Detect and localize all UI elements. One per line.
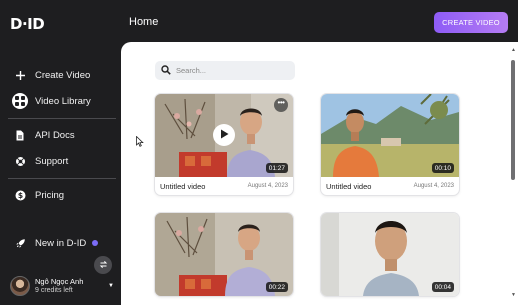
plus-icon (12, 67, 28, 83)
video-library-panel: ••• 01:27 Untitled video August 4, 2023 (121, 42, 518, 305)
video-title: Untitled video (326, 181, 372, 191)
video-card[interactable]: ••• 01:27 Untitled video August 4, 2023 (155, 94, 293, 195)
create-video-button[interactable]: CREATE VIDEO (434, 12, 508, 33)
play-icon (220, 126, 229, 144)
video-card[interactable]: 00:22 (155, 213, 293, 296)
scroll-down-arrow[interactable]: ▼ (511, 292, 516, 298)
sidebar-item-pricing[interactable]: $ Pricing (12, 187, 64, 203)
sidebar-divider (8, 118, 116, 119)
video-thumbnail[interactable]: 00:04 (321, 213, 459, 296)
d-id-logo[interactable]: D·ID (10, 12, 45, 36)
avatar (10, 276, 30, 296)
app-window: D·ID Home CREATE VIDEO Create Video Vide… (0, 0, 518, 305)
scrollbar-thumb[interactable] (511, 60, 515, 180)
svg-text:$: $ (17, 191, 22, 200)
user-menu[interactable]: Ngô Ngọc Anh 9 credits left ▼ (10, 274, 114, 298)
video-duration: 00:10 (431, 163, 454, 173)
sidebar-divider (8, 178, 116, 179)
video-card[interactable]: 00:10 Untitled video August 4, 2023 (321, 94, 459, 195)
sidebar-item-create-video[interactable]: Create Video (12, 67, 90, 83)
lifebuoy-icon (12, 153, 28, 169)
page-title: Home (129, 16, 159, 28)
dollar-icon: $ (12, 187, 28, 203)
video-duration: 01:27 (265, 163, 288, 173)
video-card[interactable]: 00:04 (321, 213, 459, 296)
search-input[interactable] (176, 66, 286, 75)
document-icon (12, 127, 28, 143)
swap-icon (99, 256, 108, 274)
caret-down-icon: ▼ (108, 283, 114, 289)
user-name: Ngô Ngọc Anh (35, 277, 84, 286)
play-button[interactable] (213, 124, 235, 146)
new-badge (92, 240, 99, 246)
mouse-cursor-icon (136, 134, 144, 152)
scroll-up-arrow[interactable]: ▲ (511, 47, 516, 53)
video-duration: 00:04 (431, 282, 454, 292)
sidebar-item-label: Create Video (35, 69, 91, 81)
sidebar-item-label: API Docs (35, 129, 75, 141)
sidebar-item-label: New in D-ID (35, 237, 87, 249)
sidebar-item-video-library[interactable]: Video Library (12, 93, 91, 109)
sidebar-item-api-docs[interactable]: API Docs (12, 127, 75, 143)
sidebar-item-support[interactable]: Support (12, 153, 68, 169)
video-date: August 4, 2023 (413, 183, 454, 189)
more-options-button[interactable]: ••• (274, 98, 288, 112)
sidebar-item-label: Video Library (35, 95, 91, 107)
logo-text: D·ID (10, 15, 45, 33)
video-thumbnail[interactable]: 00:22 (155, 213, 293, 296)
switch-account-button[interactable] (94, 256, 112, 274)
video-date: August 4, 2023 (247, 183, 288, 189)
rocket-icon (12, 235, 28, 251)
grid-icon (12, 93, 28, 109)
sidebar-item-label: Support (35, 155, 69, 167)
video-duration: 00:22 (265, 282, 288, 292)
video-thumbnail[interactable]: 00:10 (321, 94, 459, 177)
sidebar-item-label: Pricing (35, 189, 65, 201)
search-box[interactable] (155, 61, 295, 80)
credits-left: 9 credits left (35, 287, 73, 294)
sidebar-item-new-in-d-id[interactable]: New in D-ID (12, 235, 99, 251)
video-title: Untitled video (160, 181, 206, 191)
search-icon (161, 62, 171, 80)
video-thumbnail[interactable]: ••• 01:27 (155, 94, 293, 177)
